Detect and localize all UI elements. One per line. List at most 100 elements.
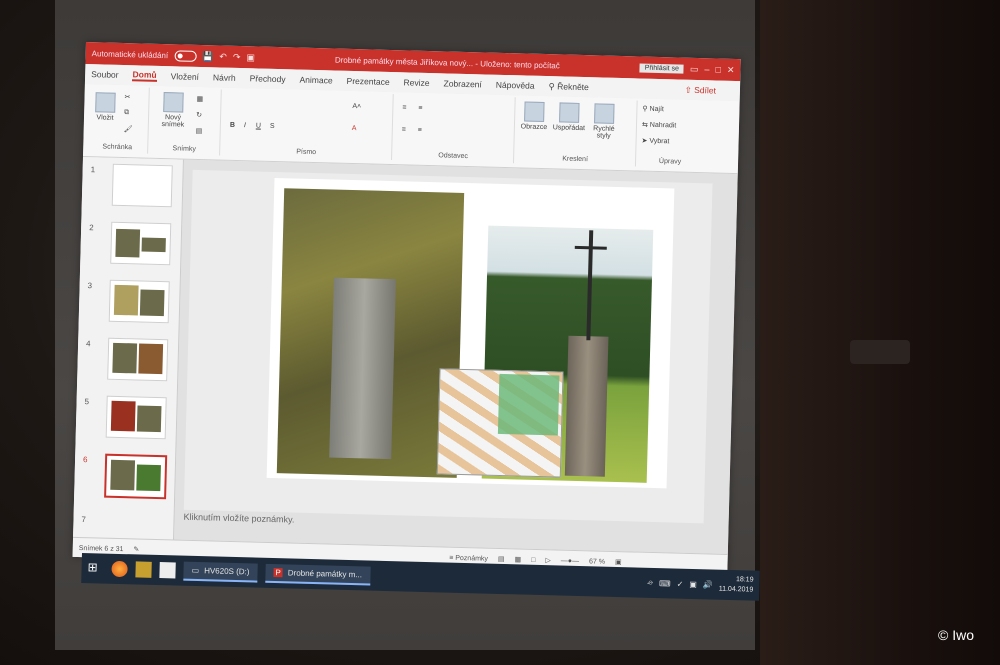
tab-home[interactable]: Domů <box>132 69 157 82</box>
autosave-toggle[interactable] <box>174 49 197 62</box>
slide-canvas <box>183 169 713 524</box>
find-button[interactable]: ⚲ Najít <box>642 105 664 114</box>
windows-start-icon[interactable]: ⊞ <box>87 560 103 576</box>
ribbon-display-icon[interactable]: ▭ <box>690 63 699 74</box>
tell-me-label: Řekněte <box>557 80 590 92</box>
quick-styles-icon <box>594 103 615 124</box>
firefox-icon[interactable] <box>111 560 128 578</box>
keyboard-icon[interactable]: ⌨ <box>659 579 671 588</box>
bullets-icon[interactable]: ≡ <box>402 104 406 111</box>
usb-icon[interactable]: ⌮ <box>647 578 653 588</box>
thumbnail-number: 1 <box>90 165 96 175</box>
cut-icon[interactable]: ✂ <box>124 93 130 101</box>
shapes-icon <box>524 101 545 123</box>
thumbnail-3[interactable]: 3 <box>83 277 174 329</box>
paste-button[interactable]: Vložit <box>92 92 119 122</box>
thumbnail-number: 6 <box>82 455 88 465</box>
grow-font-icon[interactable]: A˄ <box>352 103 361 110</box>
document-name: Drobné památky města Jiříkova nový... <box>334 55 474 68</box>
maximize-icon[interactable]: □ <box>715 64 721 74</box>
thumbnail-1[interactable]: 1 <box>86 161 177 213</box>
shadow-icon[interactable]: S <box>270 123 275 130</box>
thumbnail-photo <box>138 343 164 375</box>
replace-icon: ⇆ <box>641 121 648 129</box>
layout-icon[interactable]: ▦ <box>196 95 203 103</box>
spellcheck-icon[interactable]: ✎ <box>133 545 139 553</box>
date: 11.04.2019 <box>718 585 754 594</box>
undo-icon[interactable]: ↶ <box>219 51 227 62</box>
normal-view-icon[interactable]: ▤ <box>498 555 505 563</box>
fit-icon[interactable]: ▣ <box>615 558 622 566</box>
zoom-slider[interactable]: —●— <box>561 557 579 564</box>
close-icon[interactable]: ✕ <box>727 64 735 75</box>
bluetooth-icon[interactable]: ✓ <box>677 579 684 588</box>
thumbnail-4[interactable]: 4 <box>81 335 172 387</box>
thumbnail-2[interactable]: 2 <box>84 219 175 271</box>
zoom-level[interactable]: 67 % <box>589 558 605 565</box>
font-color-icon[interactable]: A <box>352 125 357 132</box>
underline-icon[interactable]: U <box>256 122 261 129</box>
volume-icon[interactable]: 🔊 <box>703 580 713 589</box>
new-slide-button[interactable]: Nový snímek <box>156 92 191 129</box>
italic-icon[interactable]: I <box>244 122 246 129</box>
tab-transitions[interactable]: Přechody <box>250 73 286 84</box>
powerpoint-window: Automatické ukládání 💾 ↶ ↷ ▣ Drobné pamá… <box>72 42 741 574</box>
save-icon[interactable]: 💾 <box>202 51 213 62</box>
thumbnail-6[interactable]: 6 <box>78 451 169 503</box>
editing-group-label: Úpravy <box>658 158 682 166</box>
select-button[interactable]: ➤ Vybrat <box>642 137 670 146</box>
redo-icon[interactable]: ↷ <box>233 51 241 62</box>
powerpoint-icon: P <box>273 567 283 577</box>
cursor-icon: ➤ <box>641 137 648 145</box>
quick-styles-label: Rychlé styly <box>593 125 615 140</box>
reading-view-icon[interactable]: □ <box>531 556 535 563</box>
share-button[interactable]: ⇧ Sdílet <box>685 84 717 96</box>
network-icon[interactable]: ▣ <box>689 579 697 588</box>
tombstone <box>329 277 396 460</box>
bold-icon[interactable]: B <box>230 122 235 129</box>
tab-design[interactable]: Návrh <box>213 72 236 83</box>
minimize-icon[interactable]: – <box>704 64 709 74</box>
thumbnail-image <box>110 221 172 266</box>
tab-insert[interactable]: Vložení <box>171 71 200 82</box>
arrange-label: Uspořádat <box>552 124 586 133</box>
tab-slideshow[interactable]: Prezentace <box>347 76 390 87</box>
thumbnail-image <box>105 395 167 440</box>
align-left-icon[interactable]: ≡ <box>402 126 406 133</box>
tab-view[interactable]: Zobrazení <box>443 78 482 89</box>
tab-file[interactable]: Soubor <box>91 69 119 80</box>
thumbnail-5[interactable]: 5 <box>80 393 171 445</box>
current-slide[interactable] <box>266 177 675 489</box>
copy-icon[interactable]: ⧉ <box>124 109 129 117</box>
notes-placeholder[interactable]: Kliknutím vložíte poznámky. <box>183 512 294 525</box>
shapes-button[interactable]: Obrazce <box>520 101 549 131</box>
notes-button[interactable]: ≡ Poznámky <box>449 554 488 562</box>
app-icon[interactable] <box>135 561 152 578</box>
arrange-button[interactable]: Uspořádat <box>552 102 587 132</box>
section-icon[interactable]: ▤ <box>196 127 203 135</box>
tab-animations[interactable]: Animace <box>299 75 332 86</box>
thumbnail-image <box>108 279 170 324</box>
document-icon[interactable] <box>159 562 176 579</box>
slideshow-view-icon[interactable]: ▷ <box>545 556 551 564</box>
present-icon[interactable]: ▣ <box>246 52 255 63</box>
thumbnail-number: 2 <box>89 223 94 233</box>
tab-review[interactable]: Revize <box>403 77 429 88</box>
thumbnail-number: 5 <box>84 397 90 407</box>
format-painter-icon[interactable]: 🖌 <box>124 125 133 133</box>
notes-icon: ≡ <box>449 554 454 562</box>
thumbnail-photo <box>136 464 161 492</box>
sorter-view-icon[interactable]: ▦ <box>514 555 521 563</box>
reset-icon[interactable]: ↻ <box>196 111 202 119</box>
numbering-icon[interactable]: ≡ <box>418 105 422 112</box>
quick-styles-button[interactable]: Rychlé styly <box>590 103 619 140</box>
thumbnail-number: 4 <box>85 339 91 349</box>
tab-help[interactable]: Nápověda <box>496 80 535 91</box>
tell-me-box[interactable]: ⚲ Řekněte <box>548 81 589 93</box>
clock[interactable]: 18:19 11.04.2019 <box>719 575 754 596</box>
taskbar-drive-window[interactable]: ▭ HV620S (D:) <box>183 561 258 583</box>
replace-button[interactable]: ⇆ Nahradit <box>642 121 676 130</box>
taskbar-powerpoint-window[interactable]: P Drobné památky m... <box>265 563 371 586</box>
align-center-icon[interactable]: ≡ <box>418 127 422 134</box>
signin-button[interactable]: Přihlásit se <box>639 63 685 74</box>
